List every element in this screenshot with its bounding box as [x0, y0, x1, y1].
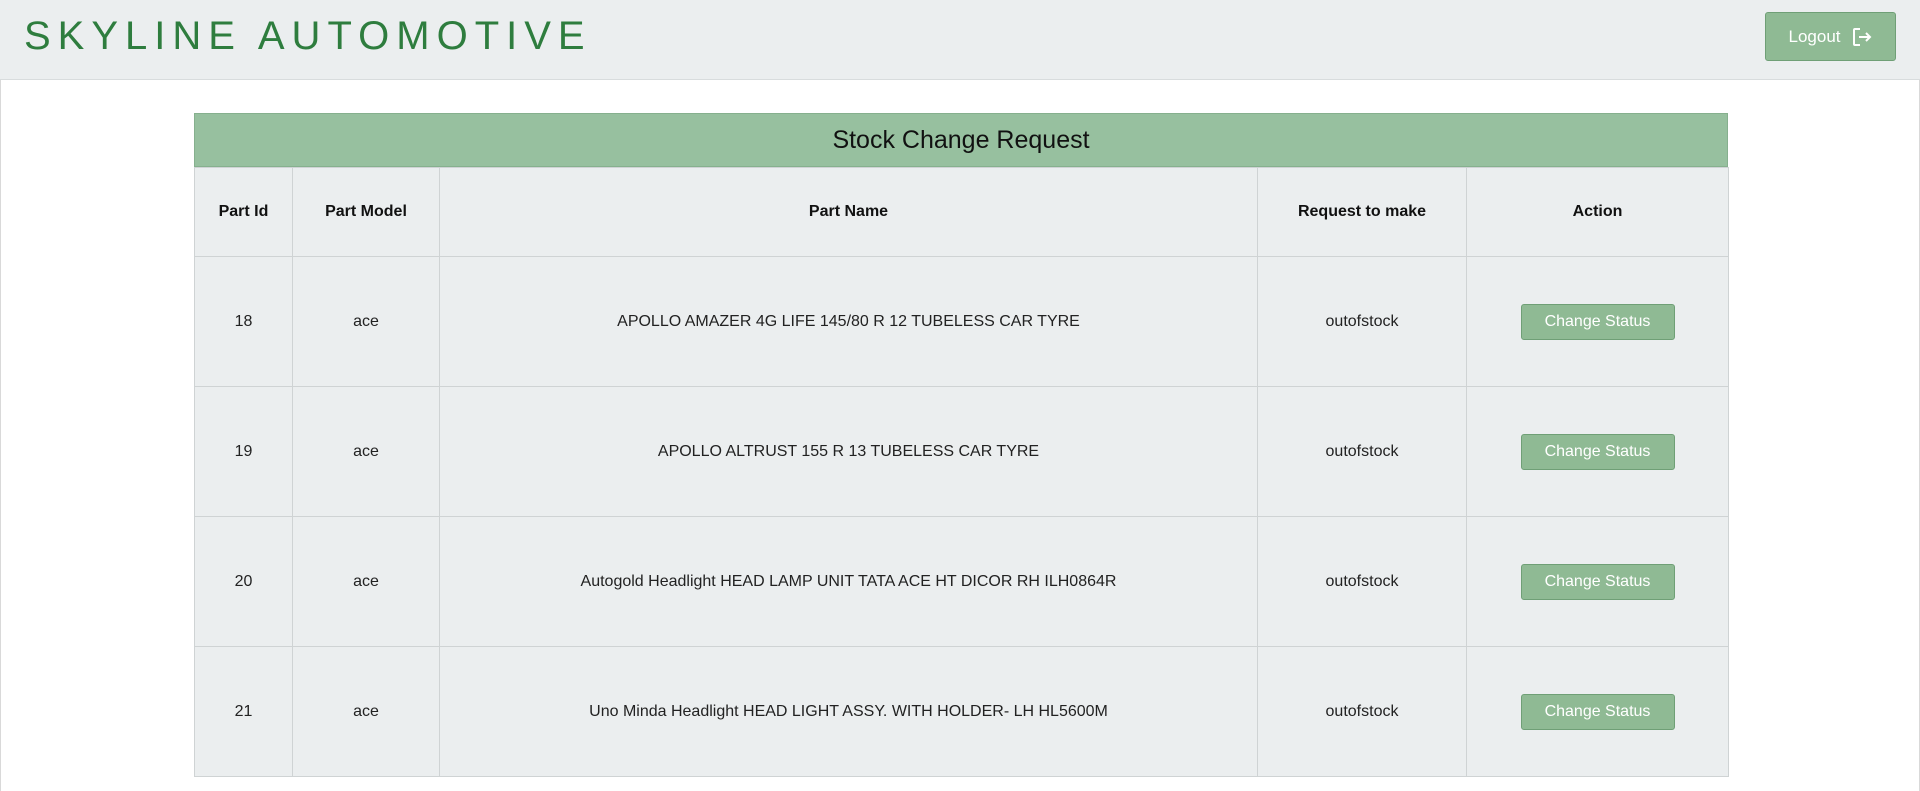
- request-cell: outofstock: [1257, 386, 1467, 517]
- part-model-cell: ace: [292, 516, 440, 647]
- part-id-cell: 20: [194, 516, 293, 647]
- request-cell: outofstock: [1257, 256, 1467, 387]
- stock-change-panel: Stock Change Request Part Id Part Model …: [194, 113, 1729, 777]
- logout-icon: [1851, 26, 1873, 48]
- action-cell: Change Status: [1466, 386, 1729, 517]
- part-name-cell: APOLLO ALTRUST 155 R 13 TUBELESS CAR TYR…: [439, 386, 1258, 517]
- change-status-button[interactable]: Change Status: [1520, 433, 1675, 470]
- part-model-cell: ace: [292, 646, 440, 777]
- stock-change-table: Part Id Part Model Part Name Request to …: [194, 167, 1729, 777]
- column-header-request: Request to make: [1257, 167, 1467, 257]
- action-cell: Change Status: [1466, 256, 1729, 387]
- change-status-button[interactable]: Change Status: [1520, 563, 1675, 600]
- app-header: SKYLINE AUTOMOTIVE Logout: [0, 0, 1920, 80]
- logout-button[interactable]: Logout: [1765, 12, 1896, 61]
- request-cell: outofstock: [1257, 516, 1467, 647]
- logout-label: Logout: [1788, 26, 1841, 46]
- change-status-button[interactable]: Change Status: [1520, 303, 1675, 340]
- column-header-part-id: Part Id: [194, 167, 293, 257]
- part-model-cell: ace: [292, 386, 440, 517]
- action-cell: Change Status: [1466, 516, 1729, 647]
- page-body: Stock Change Request Part Id Part Model …: [0, 80, 1920, 791]
- request-cell: outofstock: [1257, 646, 1467, 777]
- part-id-cell: 18: [194, 256, 293, 387]
- part-name-cell: APOLLO AMAZER 4G LIFE 145/80 R 12 TUBELE…: [439, 256, 1258, 387]
- part-id-cell: 19: [194, 386, 293, 517]
- table-header-row: Part Id Part Model Part Name Request to …: [194, 167, 1729, 257]
- table-row: 20 ace Autogold Headlight HEAD LAMP UNIT…: [194, 516, 1729, 647]
- column-header-part-name: Part Name: [439, 167, 1258, 257]
- panel-title: Stock Change Request: [194, 113, 1728, 167]
- column-header-part-model: Part Model: [292, 167, 440, 257]
- action-cell: Change Status: [1466, 646, 1729, 777]
- part-model-cell: ace: [292, 256, 440, 387]
- part-name-cell: Autogold Headlight HEAD LAMP UNIT TATA A…: [439, 516, 1258, 647]
- change-status-button[interactable]: Change Status: [1520, 693, 1675, 730]
- table-row: 21 ace Uno Minda Headlight HEAD LIGHT AS…: [194, 646, 1729, 777]
- table-row: 19 ace APOLLO ALTRUST 155 R 13 TUBELESS …: [194, 386, 1729, 517]
- column-header-action: Action: [1466, 167, 1729, 257]
- brand-title: SKYLINE AUTOMOTIVE: [24, 14, 592, 58]
- part-id-cell: 21: [194, 646, 293, 777]
- table-row: 18 ace APOLLO AMAZER 4G LIFE 145/80 R 12…: [194, 256, 1729, 387]
- part-name-cell: Uno Minda Headlight HEAD LIGHT ASSY. WIT…: [439, 646, 1258, 777]
